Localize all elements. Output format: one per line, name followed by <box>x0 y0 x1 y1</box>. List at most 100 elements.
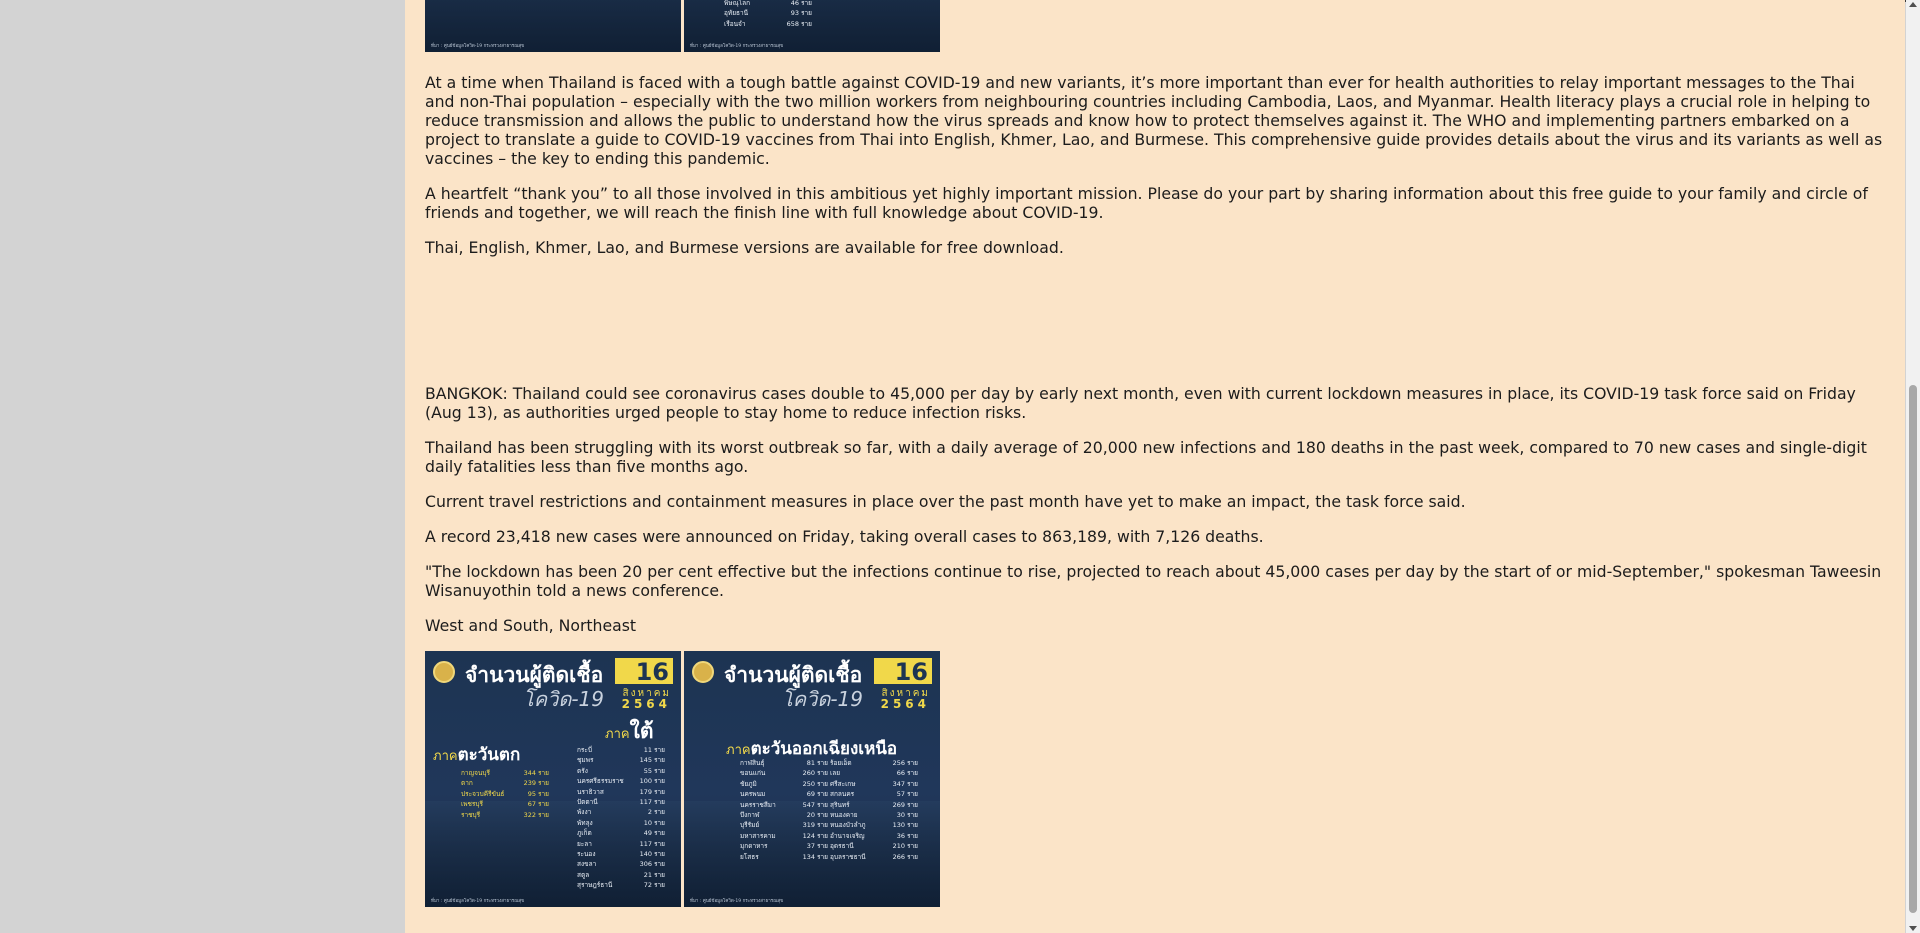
province-row: กาญจนบุรี 344 ราย <box>461 768 549 778</box>
province-count: 239 ราย <box>523 779 549 788</box>
vertical-scrollbar[interactable] <box>1906 0 1920 933</box>
province-count: 36 ราย <box>896 831 918 840</box>
province-row: สงขลา 306 ราย <box>577 859 665 869</box>
province-row: กระบี่ 11 ราย <box>577 745 665 755</box>
province-row: เลย 66 ราย <box>830 768 918 778</box>
province-row: ยะลา 117 ราย <box>577 839 665 849</box>
infographic-image-top-left[interactable]: พังงา2 ราย ที่มา : ศูนย์ข้อมูลโควิด-19 ก… <box>425 0 681 52</box>
province-name: ชัยภูมิ <box>740 779 757 788</box>
province-count: 46 ราย <box>790 0 812 7</box>
region-prefix: ภาค <box>726 743 751 758</box>
province-count: 344 ราย <box>523 769 549 777</box>
province-count: 130 ราย <box>892 821 918 830</box>
province-row: บุรีรัมย์ 319 ราย <box>740 820 828 830</box>
province-row: นครศรีธรรมราช 100 ราย <box>577 776 665 786</box>
province-name: อำนาจเจริญ <box>830 831 865 840</box>
infographic-footer: ที่มา : ศูนย์ข้อมูลโควิด-19 กระทรวงสาธาร… <box>431 44 525 49</box>
province-name: อุทัยธานี <box>724 9 749 18</box>
ministry-seal-icon <box>692 661 714 683</box>
province-name: ขอนแก่น <box>740 769 766 778</box>
province-row: เพชรบุรี 67 ราย <box>461 799 549 809</box>
paragraph-thank-you: A heartfelt “thank you” to all those inv… <box>425 184 1868 222</box>
infographic-image-top-right[interactable]: พิษณุโลก 46 ราย อุทัยธานี 93 ราย เรือนจำ 658 … <box>684 0 940 52</box>
region-name: ตะวันตก <box>457 745 521 765</box>
province-name: เพชรบุรี <box>461 800 484 809</box>
province-count: 72 ราย <box>643 881 665 890</box>
province-name: ราชบุรี <box>461 810 481 819</box>
province-count: 547 ราย <box>802 800 828 809</box>
province-name: กาญจนบุรี <box>461 769 490 777</box>
province-name: กระบี่ <box>577 746 593 754</box>
province-count: 322 ราย <box>523 810 549 819</box>
province-name: สตูล <box>577 870 590 879</box>
province-row: กาฬสินธุ์ 81 ราย <box>740 758 828 768</box>
scroll-down-arrow-icon[interactable] <box>1909 926 1917 931</box>
province-name: ร้อยเอ็ด <box>830 759 852 767</box>
infographic-day: 16 <box>615 658 673 686</box>
province-count: 30 ราย <box>896 811 918 820</box>
infographic-image-northeast[interactable]: จำนวนผู้ติดเชื้อ โควิด-19 16 สิงหาคม 256… <box>684 651 940 907</box>
province-name: อุบลราชธานี <box>830 852 866 861</box>
province-count: 49 ราย <box>643 829 665 838</box>
province-name: หนองบัวลำภู <box>830 821 866 830</box>
province-row: สุราษฎร์ธานี 72 ราย <box>577 880 665 890</box>
province-name: พิษณุโลก <box>724 0 751 7</box>
infographic-image-west-south[interactable]: จำนวนผู้ติดเชื้อ โควิด-19 16 สิงหาคม 256… <box>425 651 681 907</box>
paragraph-record-cases: A record 23,418 new cases were announced… <box>425 527 1264 546</box>
province-row: พิษณุโลก 46 ราย <box>724 0 812 8</box>
province-row: ภูเก็ต 49 ราย <box>577 828 665 838</box>
province-row: สตูล 21 ราย <box>577 870 665 880</box>
paragraph-bangkok-lead: BANGKOK: Thailand could see coronavirus … <box>425 384 1856 422</box>
northeast-province-list-b: ร้อยเอ็ด 256 ราย เลย 66 ราย ศรีสะเกษ 347 รายส… <box>830 758 918 862</box>
infographic-top-left-rows: พังงา2 ราย <box>545 0 633 2</box>
province-name: พังงา <box>577 808 592 817</box>
infographic-year: 2564 <box>621 697 671 711</box>
region-prefix: ภาค <box>433 749 458 764</box>
province-row: พัทลุง 10 ราย <box>577 818 665 828</box>
province-row: ชัยภูมิ 250 ราย <box>740 779 828 789</box>
province-name: นครพนม <box>740 790 766 799</box>
province-row: ตาก 239 ราย <box>461 778 549 788</box>
province-count: 10 ราย <box>643 818 665 827</box>
region-heading-south: ภาคใต้ <box>605 715 653 748</box>
infographic-footer: ที่มา : ศูนย์ข้อมูลโควิด-19 กระทรวงสาธาร… <box>690 899 784 904</box>
province-count: 11 ราย <box>643 746 665 754</box>
scrollbar-thumb[interactable] <box>1909 385 1917 913</box>
province-row: ขอนแก่น 260 ราย <box>740 768 828 778</box>
province-count: 100 ราย <box>639 777 665 786</box>
province-name: สงขลา <box>577 860 597 869</box>
province-name: ยโสธร <box>740 852 759 861</box>
infographic-day: 16 <box>874 658 932 686</box>
province-row: พังงา2 ราย <box>545 0 633 2</box>
province-row: สุรินทร์ 269 ราย <box>830 800 918 810</box>
province-name: ศรีสะเกษ <box>830 779 856 788</box>
province-row: นราธิวาส 179 ราย <box>577 787 665 797</box>
province-count: 256 ราย <box>892 759 918 767</box>
province-row: หนองคาย 30 ราย <box>830 810 918 820</box>
province-name: ประจวบคีรีขันธ์ <box>461 789 505 798</box>
province-name: เรือนจำ <box>724 19 746 28</box>
province-row: อำนาจเจริญ 36 ราย <box>830 831 918 841</box>
paragraph-outbreak: Thailand has been struggling with its wo… <box>425 438 1867 476</box>
province-name: บุรีรัมย์ <box>740 821 760 830</box>
paragraph-lockdown-quote: "The lockdown has been 20 per cent effec… <box>425 562 1882 600</box>
province-name: บึงกาฬ <box>740 811 760 820</box>
province-count: 117 ราย <box>639 839 665 848</box>
ministry-seal-icon <box>433 661 455 683</box>
province-row: ระนอง 140 ราย <box>577 849 665 859</box>
province-row: เรือนจำ 658 ราย <box>724 19 812 29</box>
province-count: 66 ราย <box>896 769 918 778</box>
province-count: 20 ราย <box>806 811 828 820</box>
province-count: 21 ราย <box>643 870 665 879</box>
province-name: สกลนคร <box>830 790 855 799</box>
province-row: บึงกาฬ 20 ราย <box>740 810 828 820</box>
province-name: นครศรีธรรมราช <box>577 777 624 786</box>
province-row: พังงา2 ราย <box>577 807 665 817</box>
scroll-up-arrow-icon[interactable] <box>1909 2 1917 7</box>
province-row: มุกดาหาร 37 ราย <box>740 841 828 851</box>
infographic-footer: ที่มา : ศูนย์ข้อมูลโควิด-19 กระทรวงสาธาร… <box>690 44 784 49</box>
province-count: 210 ราย <box>892 842 918 851</box>
province-row: นครพนม 69 ราย <box>740 789 828 799</box>
province-count: 140 ราย <box>639 850 665 859</box>
province-name: ชุมพร <box>577 756 594 765</box>
